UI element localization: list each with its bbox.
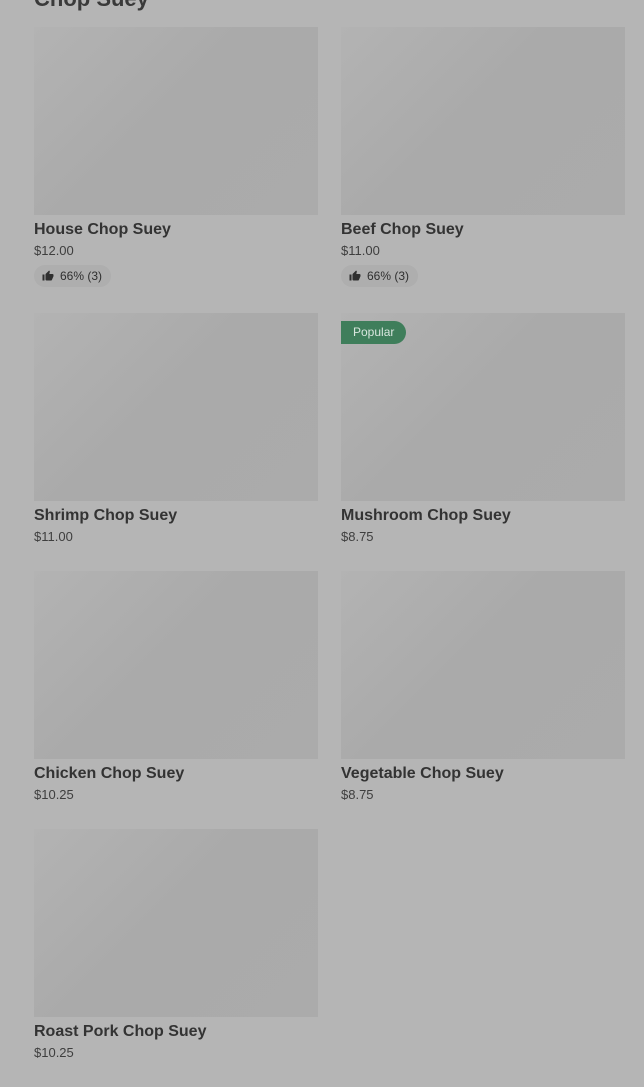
menu-item-card[interactable]: Roast Pork Chop Suey $10.25 (34, 829, 318, 1060)
menu-item-name: Beef Chop Suey (341, 221, 464, 238)
menu-item-image[interactable] (34, 313, 318, 501)
menu-item-price: $8.75 (341, 529, 374, 544)
section-title: Chop Suey (34, 0, 149, 12)
menu-item-price: $11.00 (341, 243, 380, 258)
menu-item-price: $10.25 (34, 1045, 74, 1060)
menu-item-image[interactable] (34, 27, 318, 215)
popular-badge: Popular (341, 321, 407, 344)
thumbs-up-icon (349, 270, 361, 282)
thumbs-up-icon (42, 270, 54, 282)
menu-item-price: $8.75 (341, 787, 374, 802)
menu-item-name: Mushroom Chop Suey (341, 507, 511, 524)
menu-item-image[interactable] (34, 829, 318, 1017)
rating-badge: 66% (3) (34, 265, 112, 287)
menu-item-card[interactable]: Vegetable Chop Suey $8.75 (341, 571, 625, 802)
menu-item-price: $10.25 (34, 787, 74, 802)
rating-text: 66% (3) (60, 269, 103, 283)
menu-item-name: Shrimp Chop Suey (34, 507, 178, 524)
menu-item-card[interactable]: Chicken Chop Suey $10.25 (34, 571, 318, 802)
menu-item-name: Roast Pork Chop Suey (34, 1023, 207, 1040)
menu-item-card[interactable]: Popular Mushroom Chop Suey $8.75 (341, 313, 625, 544)
rating-text: 66% (3) (367, 269, 410, 283)
menu-item-name: House Chop Suey (34, 221, 171, 238)
menu-item-image[interactable] (34, 571, 318, 759)
menu-item-name: Chicken Chop Suey (34, 765, 185, 782)
menu-item-name: Vegetable Chop Suey (341, 765, 504, 782)
menu-item-card[interactable]: Shrimp Chop Suey $11.00 (34, 313, 318, 544)
menu-item-image[interactable]: Popular (341, 313, 625, 501)
menu-item-price: $11.00 (34, 529, 73, 544)
menu-item-card[interactable]: Beef Chop Suey $11.00 66% (3) (341, 27, 625, 287)
menu-item-image[interactable] (341, 27, 625, 215)
menu-page: Chop Suey House Chop Suey $12.00 66% (3)… (0, 0, 644, 1087)
menu-item-image[interactable] (341, 571, 625, 759)
menu-item-card[interactable]: House Chop Suey $12.00 66% (3) (34, 27, 318, 287)
rating-badge: 66% (3) (341, 265, 419, 287)
menu-item-price: $12.00 (34, 243, 74, 258)
